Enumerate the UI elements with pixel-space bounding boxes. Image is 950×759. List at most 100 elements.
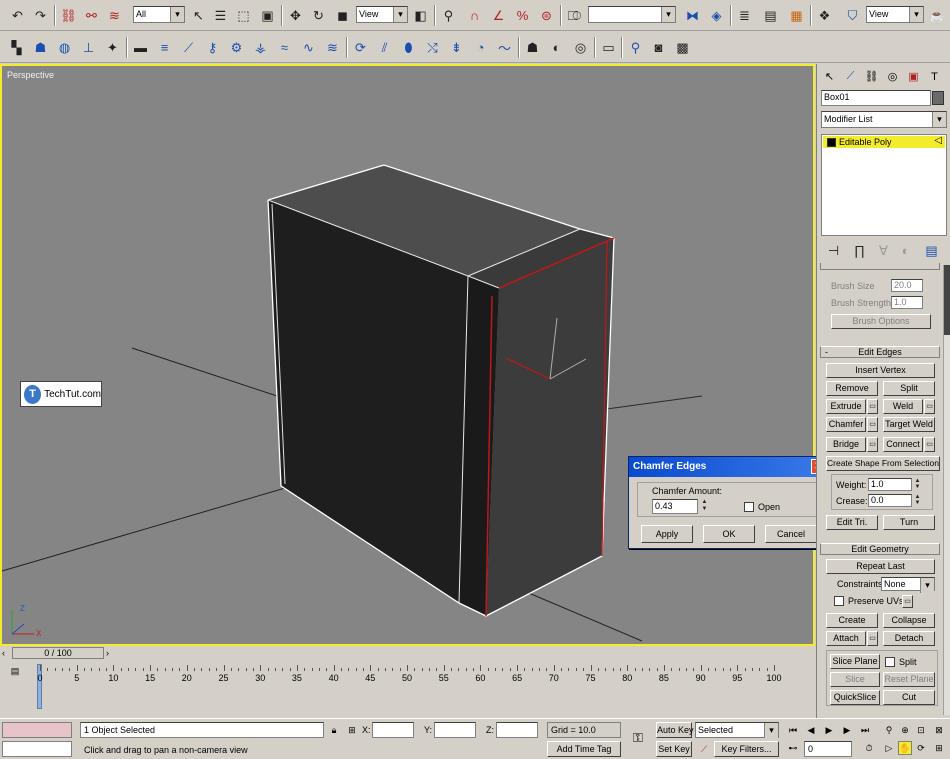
zoom-icon[interactable]: ⚲ (882, 723, 896, 737)
plane-icon[interactable]: ⊥ (78, 37, 99, 58)
remove-modifier-icon[interactable]: ◐ (895, 240, 916, 261)
render-scene-icon[interactable]: ⛉ (842, 5, 863, 26)
select-and-rotate-icon[interactable]: ↻ (308, 5, 329, 26)
extrude-button[interactable]: Extrude (826, 399, 866, 414)
select-by-name-icon[interactable]: ☰ (210, 5, 231, 26)
track-bar[interactable]: ▤ 0 5 10 15 20 25 30 35 40 45 50 55 60 65 70 75 80 85 90 95… (0, 661, 815, 718)
boxes-icon[interactable]: ▚ (6, 37, 27, 58)
twist-icon[interactable]: ⟳ (350, 37, 371, 58)
absolute-mode-icon[interactable]: ⊞ (345, 723, 359, 737)
brush-strength-field[interactable]: 1.0 (891, 296, 923, 309)
optimize-icon[interactable]: ◎ (570, 37, 591, 58)
zoom-extents-icon[interactable]: ⊡ (914, 723, 928, 737)
bend-icon[interactable]: ⟋ (178, 37, 199, 58)
use-pivot-point-icon[interactable]: ◧ (410, 5, 431, 26)
bridge-settings-icon[interactable]: ▭ (867, 437, 878, 452)
maximize-viewport-icon[interactable]: ⊞ (932, 741, 946, 755)
chamfer-amount-spinner[interactable]: ▲ ▼ (700, 499, 709, 514)
dialog-title-bar[interactable]: Chamfer Edges ✕ (629, 457, 829, 477)
perspective-viewport[interactable]: Z X Perspective T TechTut.com (0, 64, 815, 646)
bridge-button[interactable]: Bridge (826, 437, 866, 452)
z-coordinate-field[interactable] (496, 722, 538, 738)
percent-snap-icon[interactable]: % (512, 5, 533, 26)
object-color-swatch[interactable] (932, 91, 944, 105)
repeat-last-button[interactable]: Repeat Last (826, 559, 935, 574)
previous-frame-icon[interactable]: ‹ (2, 648, 5, 658)
spherify-icon[interactable]: 〜 (494, 37, 515, 58)
teapot-icon[interactable]: ☗ (30, 37, 51, 58)
chamfer-button[interactable]: Chamfer (826, 417, 866, 432)
go-to-end-icon[interactable]: ⏭ (858, 723, 872, 737)
stack-icon[interactable]: ≡ (154, 37, 175, 58)
zoom-tool-icon[interactable]: ⚲ (625, 37, 646, 58)
chamfer-settings-icon[interactable]: ▭ (867, 417, 878, 432)
set-key-mode-icon[interactable]: ⚿ (628, 730, 648, 745)
display-tab-icon[interactable]: ▣ (904, 67, 923, 86)
chamfer-amount-input[interactable]: 0.43 (652, 499, 698, 514)
lock-selection-icon[interactable]: 🔒︎ (327, 723, 341, 737)
pin-stack-icon[interactable]: ⊣ (823, 240, 844, 261)
split-checkbox[interactable] (885, 657, 895, 667)
preserve-uvs-checkbox[interactable] (834, 596, 844, 606)
camera-icon[interactable]: ◙ (648, 37, 669, 58)
select-and-move-icon[interactable]: ✥ (285, 5, 306, 26)
turn-button[interactable]: Turn (883, 515, 935, 530)
edit-named-selection-icon[interactable]: ⎄ (564, 5, 585, 26)
unlink-icon[interactable]: ⚯ (81, 5, 102, 26)
select-and-scale-icon[interactable]: ◼ (332, 5, 353, 26)
show-end-result-icon[interactable]: ∏ (849, 240, 870, 261)
weld-settings-icon[interactable]: ▭ (924, 399, 935, 414)
spinner-snap-icon[interactable]: ⊜ (536, 5, 557, 26)
cap-holes-icon[interactable]: ▬ (130, 37, 151, 58)
attach-button[interactable]: Attach (826, 631, 866, 646)
connect-settings-icon[interactable]: ▭ (924, 437, 935, 452)
cancel-button[interactable]: Cancel (765, 525, 817, 543)
select-object-icon[interactable]: ↖ (188, 5, 209, 26)
named-selection-dropdown[interactable] (588, 6, 676, 23)
target-weld-button[interactable]: Target Weld (883, 417, 935, 432)
x-coordinate-field[interactable] (372, 722, 414, 738)
configure-sets-icon[interactable]: ▤ (921, 240, 942, 261)
stack-item-editable-poly[interactable]: Editable Poly (823, 136, 945, 148)
set-key-button[interactable]: Set Key (656, 741, 692, 757)
remove-button[interactable]: Remove (826, 381, 878, 396)
brush-size-field[interactable]: 20.0 (891, 279, 923, 292)
taper-icon[interactable]: ⚷ (202, 37, 223, 58)
scrollbar-thumb[interactable] (944, 265, 950, 335)
maxscript-listener-field[interactable] (2, 722, 72, 738)
create-tab-icon[interactable]: ↖ (820, 67, 839, 86)
redo-icon[interactable]: ↷ (30, 5, 51, 26)
create-shape-button[interactable]: Create Shape From Selection (826, 456, 940, 471)
y-coordinate-field[interactable] (434, 722, 476, 738)
command-panel-scrollbar[interactable] (943, 265, 950, 715)
selection-filter-dropdown[interactable]: All (133, 6, 185, 23)
crease-field[interactable]: 0.0 (868, 494, 912, 507)
go-to-start-icon[interactable]: ⏮ (786, 723, 800, 737)
push-icon[interactable]: ⇟ (446, 37, 467, 58)
default-tangent-icon[interactable]: ⟋ (697, 742, 711, 756)
mini-curve-editor-icon[interactable]: ▤ (8, 664, 22, 678)
align-icon[interactable]: ◈ (706, 5, 727, 26)
select-and-manipulate-icon[interactable]: ⚲ (438, 5, 459, 26)
open-checkbox[interactable] (744, 502, 754, 512)
quick-render-icon[interactable]: ☕ (927, 5, 948, 26)
weld-button[interactable]: Weld (883, 399, 923, 414)
quickslice-button[interactable]: QuickSlice (830, 690, 880, 705)
viewport-label[interactable]: Perspective (7, 70, 54, 80)
detach-button[interactable]: Detach (883, 631, 935, 646)
sphere-icon[interactable]: ◍ (54, 37, 75, 58)
gear-icon[interactable]: ⚙ (226, 37, 247, 58)
noise-icon[interactable]: ≋ (322, 37, 343, 58)
weight-field[interactable]: 1.0 (868, 478, 912, 491)
turbosmooth-icon[interactable]: ◐ (546, 37, 567, 58)
angle-snap-icon[interactable]: ∠ (488, 5, 509, 26)
figure-icon[interactable]: ✦ (102, 37, 123, 58)
time-slider[interactable]: 0 / 100 (12, 647, 104, 659)
field-of-view-icon[interactable]: ▷ (882, 741, 896, 755)
schematic-view-icon[interactable]: ▦ (786, 5, 807, 26)
render-type-dropdown[interactable]: View (866, 6, 924, 23)
preserve-uvs-settings-icon[interactable]: ▭ (902, 595, 913, 608)
undo-icon[interactable]: ↶ (7, 5, 28, 26)
snaps-toggle-icon[interactable]: ∩ (464, 5, 485, 26)
bind-to-space-warp-icon[interactable]: ≋ (104, 5, 125, 26)
